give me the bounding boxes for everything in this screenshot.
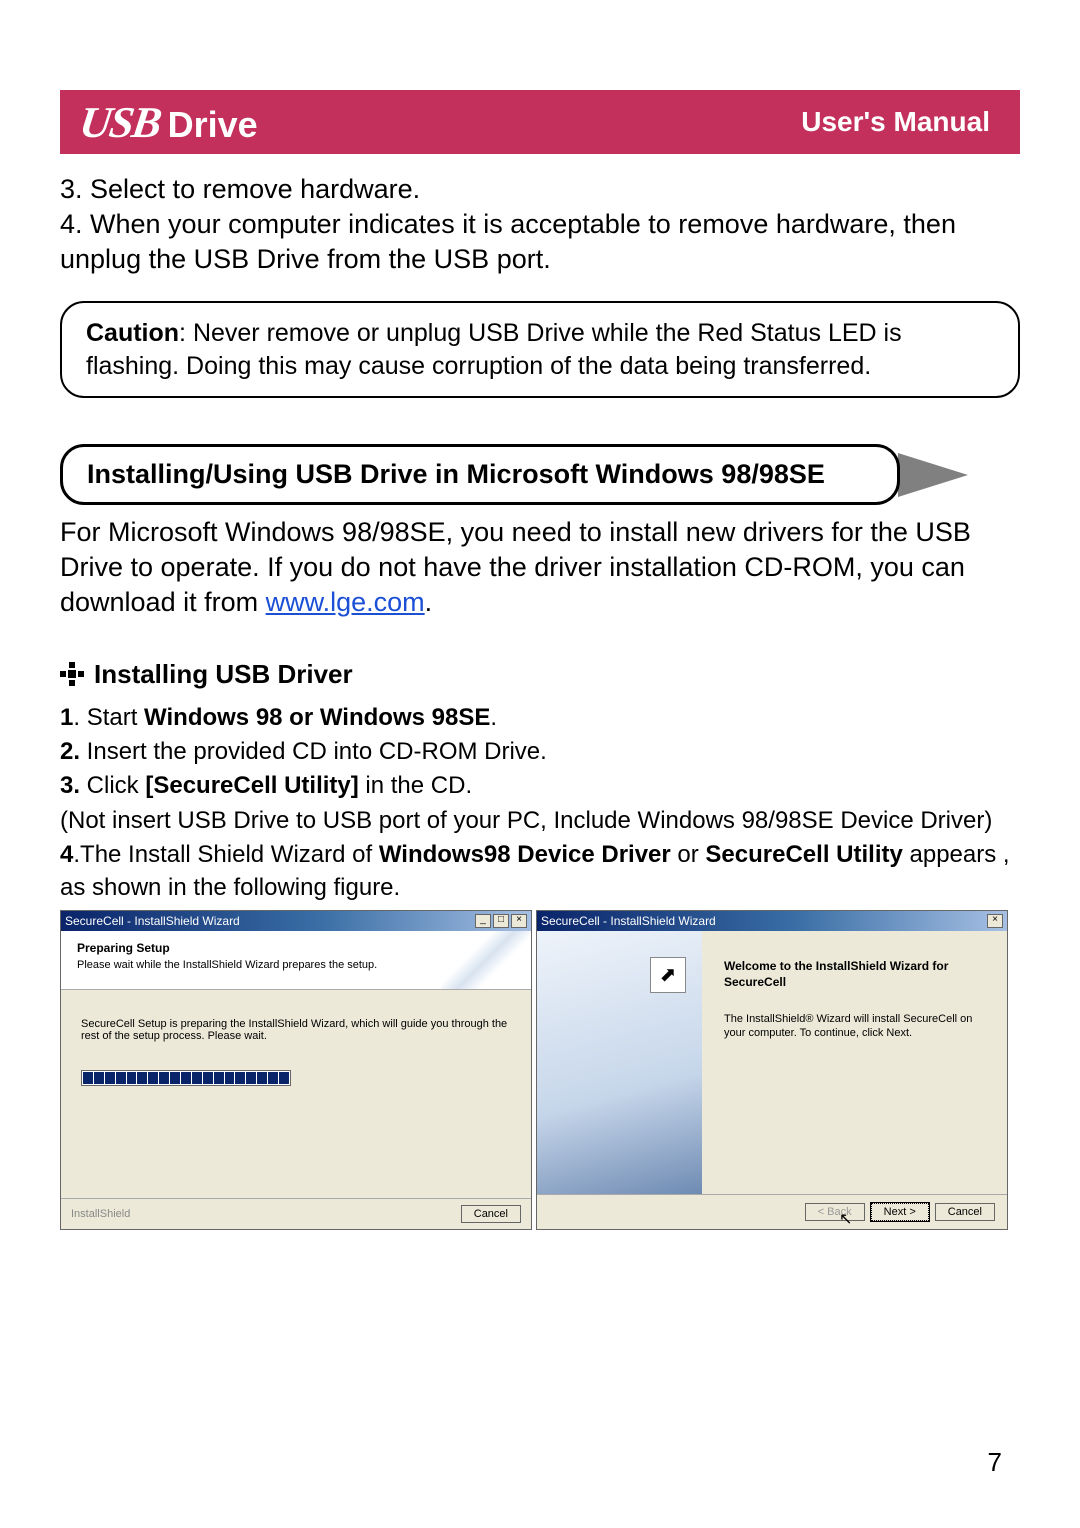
step-3b: 3. Click [SecureCell Utility] in the CD.: [60, 770, 1020, 802]
section-arrow-icon: [898, 453, 968, 497]
step-3: 3. Select to remove hardware.: [60, 172, 1020, 207]
dlg2-description: The InstallShield® Wizard will install S…: [724, 1012, 985, 1041]
installshield-label: InstallShield: [71, 1208, 130, 1220]
back-button: < Back: [805, 1203, 865, 1221]
para-part-a: For Microsoft Windows 98/98SE, you need …: [60, 517, 971, 617]
step-2: 2. Insert the provided CD into CD-ROM Dr…: [60, 736, 1020, 768]
step-4: 4. When your computer indicates it is ac…: [60, 207, 1020, 277]
titlebar-1-text: SecureCell - InstallShield Wizard: [65, 914, 240, 928]
maximize-icon[interactable]: □: [493, 914, 509, 928]
titlebar-2-buttons: ×: [987, 914, 1003, 928]
section-heading: Installing/Using USB Drive in Microsoft …: [60, 444, 900, 505]
dlg1-swoosh-icon: [441, 931, 531, 989]
caution-box: Caution: Never remove or unplug USB Driv…: [60, 301, 1020, 398]
dlg1-top: Preparing Setup Please wait while the In…: [61, 931, 531, 990]
next-button[interactable]: Next >: [871, 1203, 929, 1221]
logo-drive: Drive: [168, 104, 258, 146]
dlg1-description: SecureCell Setup is preparing the Instal…: [81, 1018, 511, 1042]
dlg1-body: Preparing Setup Please wait while the In…: [61, 931, 531, 1229]
cancel-button[interactable]: Cancel: [461, 1205, 521, 1223]
install-steps: 1. Start Windows 98 or Windows 98SE. 2. …: [60, 702, 1020, 904]
logo-usb: USB: [76, 97, 163, 148]
para-part-b: .: [425, 587, 433, 617]
section-paragraph: For Microsoft Windows 98/98SE, you need …: [60, 515, 1020, 620]
dlg2-sidebar: ⬈: [537, 931, 702, 1194]
titlebar-1: SecureCell - InstallShield Wizard _ □ ×: [61, 911, 531, 931]
caution-text: : Never remove or unplug USB Drive while…: [86, 319, 902, 380]
cancel-button[interactable]: Cancel: [935, 1203, 995, 1221]
section-heading-wrap: Installing/Using USB Drive in Microsoft …: [60, 444, 1020, 505]
dlg1-footer: InstallShield Cancel: [61, 1198, 531, 1229]
titlebar-2: SecureCell - InstallShield Wizard ×: [537, 911, 1007, 931]
titlebar-2-text: SecureCell - InstallShield Wizard: [541, 914, 716, 928]
step-1: 1. Start Windows 98 or Windows 98SE.: [60, 702, 1020, 734]
install-dialog-preparing: SecureCell - InstallShield Wizard _ □ × …: [60, 910, 532, 1230]
page-number: 7: [988, 1447, 1002, 1478]
dlg2-body: ⬈ Welcome to the InstallShield Wizard fo…: [537, 931, 1007, 1194]
screenshots-row: SecureCell - InstallShield Wizard _ □ × …: [60, 910, 1020, 1230]
sub-heading: Installing USB Driver: [94, 659, 353, 690]
wizard-logo-icon: ⬈: [650, 957, 686, 993]
dlg2-footer: < Back Next > Cancel: [537, 1194, 1007, 1229]
close-icon[interactable]: ×: [511, 914, 527, 928]
close-icon[interactable]: ×: [987, 914, 1003, 928]
caution-label: Caution: [86, 319, 179, 347]
sub-heading-row: Installing USB Driver: [60, 659, 1020, 690]
step-3-note: (Not insert USB Drive to USB port of you…: [60, 805, 1020, 837]
header-bar: USB Drive User's Manual: [60, 90, 1020, 154]
download-link[interactable]: www.lge.com: [266, 587, 425, 617]
step-4b: 4.The Install Shield Wizard of Windows98…: [60, 839, 1020, 904]
minimize-icon[interactable]: _: [475, 914, 491, 928]
plus-icon: [60, 662, 84, 686]
users-manual-label: User's Manual: [801, 106, 990, 138]
dlg1-middle: SecureCell Setup is preparing the Instal…: [61, 990, 531, 1198]
progress-bar: [81, 1070, 291, 1086]
install-dialog-welcome: SecureCell - InstallShield Wizard × ⬈ We…: [536, 910, 1008, 1230]
dlg2-welcome: Welcome to the InstallShield Wizard for …: [724, 959, 985, 990]
product-logo: USB Drive: [80, 97, 258, 148]
intro-steps: 3. Select to remove hardware. 4. When yo…: [60, 172, 1020, 277]
dlg2-content: Welcome to the InstallShield Wizard for …: [702, 931, 1007, 1194]
titlebar-1-buttons: _ □ ×: [475, 914, 527, 928]
